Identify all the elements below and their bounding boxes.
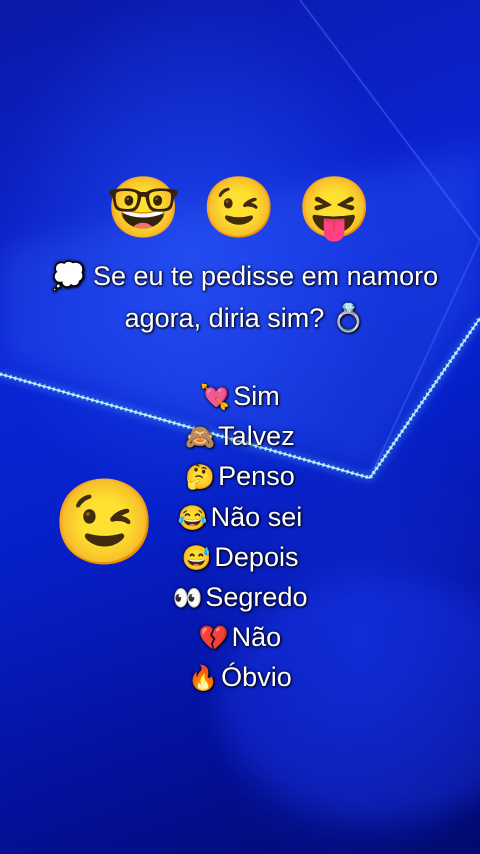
- see-no-evil-monkey-icon: 🙈: [185, 424, 216, 452]
- squinting-tongue-face-icon: 😝: [297, 174, 374, 241]
- option-talvez: 🙈 Talvez: [0, 416, 480, 456]
- eyes-icon: 👀: [172, 584, 203, 612]
- option-label: Penso: [218, 461, 295, 492]
- option-label: Depois: [214, 541, 299, 572]
- grinning-sweat-face-icon: 😅: [181, 544, 212, 572]
- broken-heart-icon: 💔: [198, 625, 229, 653]
- thought-bubble-icon: 💭: [51, 261, 86, 291]
- option-label: Sim: [233, 381, 280, 411]
- question-text-block: 💭 Se eu te pedisse em namoro agora, diri…: [40, 255, 450, 339]
- option-segredo: 👀 Segredo: [0, 577, 480, 617]
- nerd-face-icon: 🤓: [106, 174, 183, 241]
- ring-icon: 💍: [331, 303, 366, 333]
- option-label: Não: [231, 622, 282, 653]
- option-label: Segredo: [205, 581, 308, 612]
- option-sim: 💘 Sim: [0, 376, 480, 416]
- thinking-face-icon: 🤔: [185, 464, 216, 492]
- question-text: Se eu te pedisse em namoro agora, diria …: [92, 261, 439, 333]
- option-obvio: 🔥 Óbvio: [0, 657, 480, 697]
- tears-of-joy-face-icon: 😂: [177, 504, 208, 532]
- fire-icon: 🔥: [188, 665, 219, 693]
- option-nao: 💔 Não: [0, 617, 480, 657]
- option-label: Não sei: [210, 501, 303, 532]
- winking-face-sticker-icon: 😉: [52, 475, 157, 569]
- option-label: Óbvio: [221, 662, 292, 693]
- heart-with-arrow-icon: 💘: [200, 384, 231, 411]
- story-content: 🤓 😉 😝 💭 Se eu te pedisse em namoro agora…: [0, 0, 480, 854]
- winking-face-icon: 😉: [201, 174, 279, 241]
- top-emoji-row: 🤓 😉 😝: [0, 172, 480, 244]
- option-label: Talvez: [218, 421, 295, 452]
